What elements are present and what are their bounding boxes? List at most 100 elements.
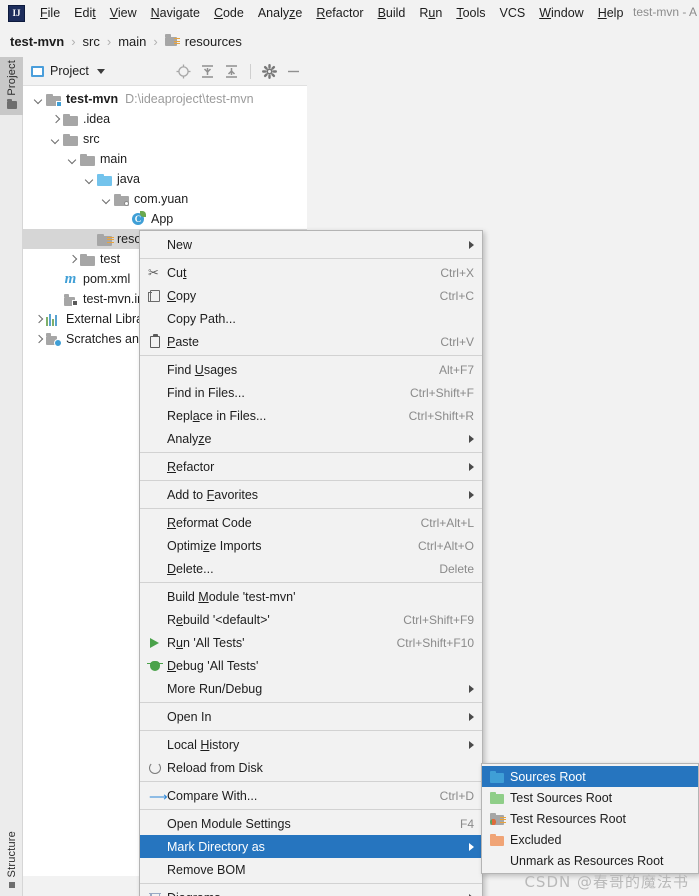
breadcrumb: test-mvn › src › main › resources [0, 26, 699, 57]
menu-item-refactor[interactable]: Refactor [140, 455, 482, 478]
tree-arrow-expanded-icon[interactable] [33, 94, 44, 105]
toolbar-divider [250, 63, 251, 79]
menubar-item-analyze[interactable]: Analyze [251, 3, 309, 23]
resources-folder-icon [164, 34, 180, 49]
menu-item-run-all-tests[interactable]: Run 'All Tests' Ctrl+Shift+F10 [140, 631, 482, 654]
menu-item-replace-in-files[interactable]: Replace in Files... Ctrl+Shift+R [140, 404, 482, 427]
menu-item-build-module-test-mvn[interactable]: Build Module 'test-mvn' [140, 585, 482, 608]
menu-separator [140, 258, 482, 259]
copy-icon [146, 288, 164, 304]
menu-icon-placeholder [146, 515, 164, 531]
menu-item-label: Find Usages [167, 362, 238, 377]
breadcrumb-item-src[interactable]: src [83, 34, 100, 49]
menu-item-copy-path[interactable]: Copy Path... [140, 307, 482, 330]
menu-item-new[interactable]: New [140, 233, 482, 256]
folder-sources-icon [97, 173, 112, 186]
breadcrumb-item-project[interactable]: test-mvn [10, 34, 64, 49]
menu-item-optimize-imports[interactable]: Optimize Imports Ctrl+Alt+O [140, 534, 482, 557]
submenu-item-excluded[interactable]: Excluded [482, 829, 698, 850]
menu-item-diagrams[interactable]: Diagrams [140, 886, 482, 896]
menu-item-add-to-favorites[interactable]: Add to Favorites [140, 483, 482, 506]
tree-row-java[interactable]: java [23, 169, 307, 189]
mark-directory-as-submenu[interactable]: Sources Root Test Sources Root Test Resour… [481, 763, 699, 874]
tree-arrow-expanded-icon[interactable] [84, 174, 95, 185]
menu-separator [140, 702, 482, 703]
menubar-item-vcs[interactable]: VCS [493, 3, 533, 23]
menu-item-local-history[interactable]: Local History [140, 733, 482, 756]
menu-item-remove-bom[interactable]: Remove BOM [140, 858, 482, 881]
menu-item-label: Build Module 'test-mvn' [167, 589, 296, 604]
menu-item-compare-with[interactable]: ⟶ Compare With... Ctrl+D [140, 784, 482, 807]
tree-arrow-expanded-icon[interactable] [101, 194, 112, 205]
breadcrumb-item-resources[interactable]: resources [185, 34, 242, 49]
settings-gear-icon[interactable] [262, 63, 278, 79]
menubar-item-edit[interactable]: Edit [67, 3, 103, 23]
menu-item-open-module-settings[interactable]: Open Module Settings F4 [140, 812, 482, 835]
menu-item-label: Local History [167, 737, 240, 752]
breadcrumb-item-main[interactable]: main [118, 34, 146, 49]
menubar-item-build[interactable]: Build [371, 3, 413, 23]
main-menu-bar: FileEditViewNavigateCodeAnalyzeRefactorB… [0, 0, 699, 26]
collapse-all-icon[interactable] [224, 64, 239, 79]
menu-item-debug-all-tests[interactable]: Debug 'All Tests' [140, 654, 482, 677]
tree-row-com-yuan[interactable]: com.yuan [23, 189, 307, 209]
menu-separator [140, 781, 482, 782]
menu-item-mark-directory-as[interactable]: Mark Directory as [140, 835, 482, 858]
submenu-item-label: Test Resources Root [510, 811, 627, 826]
submenu-item-test-sources-root[interactable]: Test Sources Root [482, 787, 698, 808]
menu-separator [140, 883, 482, 884]
tree-row-app[interactable]: C App [23, 209, 307, 229]
menu-separator [140, 452, 482, 453]
project-context-menu[interactable]: New ✂ Cut Ctrl+X Copy Ctrl+C Copy Path... Paste… [139, 230, 483, 896]
tree-row-main[interactable]: main [23, 149, 307, 169]
menu-item-copy[interactable]: Copy Ctrl+C [140, 284, 482, 307]
submenu-item-sources-root[interactable]: Sources Root [482, 766, 698, 787]
tree-arrow-collapsed-icon[interactable] [33, 314, 44, 325]
tree-row-label: pom.xml [83, 272, 131, 286]
minimize-icon[interactable] [286, 64, 301, 79]
menu-item-find-in-files[interactable]: Find in Files... Ctrl+Shift+F [140, 381, 482, 404]
menu-item-shortcut: Ctrl+Alt+L [420, 515, 474, 530]
menubar-item-view[interactable]: View [103, 3, 144, 23]
menu-item-find-usages[interactable]: Find Usages Alt+F7 [140, 358, 482, 381]
tree-arrow-collapsed-icon[interactable] [33, 334, 44, 345]
expand-all-icon[interactable] [200, 64, 215, 79]
module-file-icon [63, 293, 78, 306]
menu-item-cut[interactable]: ✂ Cut Ctrl+X [140, 261, 482, 284]
submenu-item-test-resources-root[interactable]: Test Resources Root [482, 808, 698, 829]
menubar-item-refactor[interactable]: Refactor [309, 3, 370, 23]
menu-item-analyze[interactable]: Analyze [140, 427, 482, 450]
menu-item-reload-from-disk[interactable]: Reload from Disk [140, 756, 482, 779]
menu-item-open-in[interactable]: Open In [140, 705, 482, 728]
project-view-selector[interactable]: Project [31, 64, 176, 78]
tree-arrow-expanded-icon[interactable] [50, 134, 61, 145]
submenu-item-unmark-as-resources-root[interactable]: Unmark as Resources Root [482, 850, 698, 871]
tree-arrow-expanded-icon[interactable] [67, 154, 78, 165]
run-icon [146, 635, 164, 651]
submenu-item-label: Excluded [510, 832, 562, 847]
menubar-item-run[interactable]: Run [412, 3, 449, 23]
tree-row-path: D:\ideaproject\test-mvn [125, 92, 254, 106]
menubar-item-tools[interactable]: Tools [449, 3, 492, 23]
menubar-item-code[interactable]: Code [207, 3, 251, 23]
menubar-item-navigate[interactable]: Navigate [144, 3, 207, 23]
tree-row-idea[interactable]: .idea [23, 109, 307, 129]
menu-item-delete[interactable]: Delete... Delete [140, 557, 482, 580]
menu-item-more-run-debug[interactable]: More Run/Debug [140, 677, 482, 700]
tool-button-project[interactable]: Project [0, 57, 23, 115]
menu-item-reformat-code[interactable]: Reformat Code Ctrl+Alt+L [140, 511, 482, 534]
tree-row-test-mvn[interactable]: test-mvn D:\ideaproject\test-mvn [23, 89, 307, 109]
menubar-item-window[interactable]: Window [532, 3, 590, 23]
menubar-item-help[interactable]: Help [591, 3, 631, 23]
chevron-down-icon[interactable] [96, 68, 105, 74]
project-folder-icon [6, 98, 17, 109]
tree-row-src[interactable]: src [23, 129, 307, 149]
tool-button-structure[interactable]: Structure [0, 828, 23, 892]
locate-icon[interactable] [176, 64, 191, 79]
menu-item-paste[interactable]: Paste Ctrl+V [140, 330, 482, 353]
menubar-item-file[interactable]: File [33, 3, 67, 23]
tree-arrow-collapsed-icon[interactable] [50, 114, 61, 125]
tree-arrow-collapsed-icon[interactable] [67, 254, 78, 265]
menu-icon-placeholder [146, 487, 164, 503]
menu-item-rebuild-default[interactable]: Rebuild '<default>' Ctrl+Shift+F9 [140, 608, 482, 631]
